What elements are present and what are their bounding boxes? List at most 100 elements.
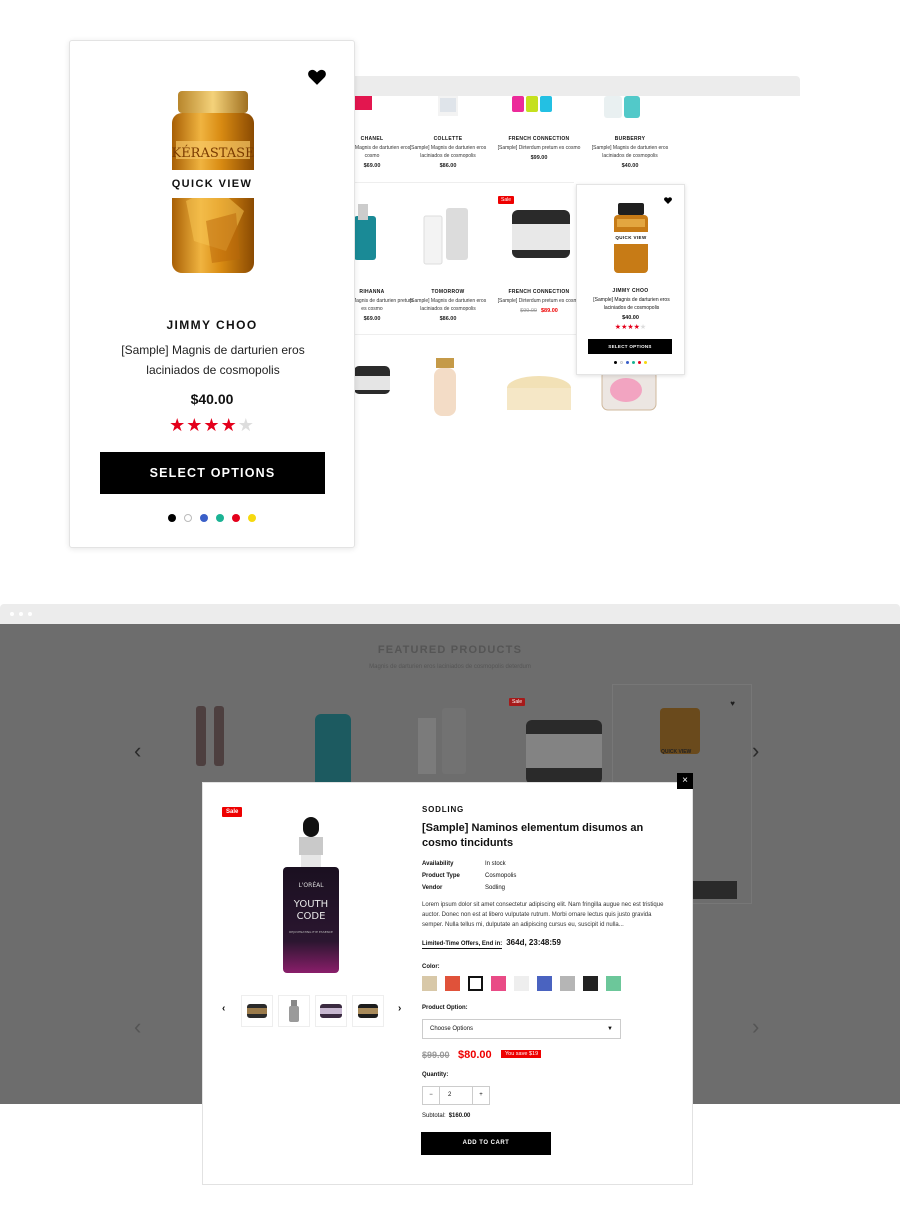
color-swatch[interactable]	[232, 514, 240, 522]
quick-view-modal[interactable]: × Sale L'ORÉAL YOUTH CODE REJUVENATING E…	[202, 773, 693, 1185]
product-brand: FRENCH CONNECTION	[508, 289, 570, 295]
product-desc: [Sample] Dirterdum pretum es cosmo	[497, 298, 581, 304]
color-option[interactable]	[491, 976, 506, 991]
product-brand: COLLETTE	[433, 136, 463, 142]
bottle-brand-text: L'ORÉAL	[298, 881, 324, 889]
product-desc: [Sample] Dirterdum pretum es cosmo	[497, 145, 581, 151]
color-swatches	[577, 361, 684, 364]
bottle-sub-text: REJUVENATING EYE ESSENCE	[289, 930, 333, 934]
color-option[interactable]	[468, 976, 483, 991]
product-card-zoomed[interactable]: KÉRASTASE QUICK VIEW JIMMY CHOO [Sample]…	[69, 40, 355, 548]
color-option[interactable]	[514, 976, 529, 991]
product-desc: [Sample] Magnis de darturien eros lacini…	[409, 145, 487, 159]
old-price: $99.00	[422, 1050, 450, 1060]
add-to-cart-button[interactable]: ADD TO CART	[421, 1132, 551, 1155]
sale-badge: Sale	[498, 196, 515, 204]
sale-badge: Sale	[222, 807, 243, 817]
product-card-hover[interactable]: QUICK VIEW JIMMY CHOO [Sample] Magnis de…	[576, 184, 685, 375]
thumb-prev-icon[interactable]: ‹	[222, 1003, 225, 1014]
thumb-next-icon[interactable]: ›	[398, 1003, 401, 1014]
quantity-stepper: − 2 +	[422, 1086, 490, 1105]
carousel-next-icon[interactable]: ›	[752, 1014, 759, 1040]
rating-stars: ★★★★★	[169, 415, 255, 435]
quick-view-button[interactable]: QUICK VIEW	[609, 232, 653, 244]
subtotal: Subtotal: $160.00	[422, 1113, 471, 1119]
product-brand: TOMORROW	[431, 289, 465, 295]
sale-badge: Sale	[509, 698, 526, 706]
chevron-down-icon: ▼	[607, 1026, 613, 1032]
divider	[354, 182, 574, 183]
product-price: $99.00	[530, 155, 548, 161]
bottle-line2-text: CODE	[297, 911, 326, 922]
product-brand: FRENCH CONNECTION	[508, 136, 570, 142]
color-label: Color:	[422, 964, 440, 970]
product-price: $86.00	[439, 316, 457, 322]
carousel-next-icon[interactable]: ›	[752, 738, 759, 764]
countdown-offer: Limited-Time Offers, End in: 364d, 23:48:…	[422, 938, 561, 949]
color-option[interactable]	[583, 976, 598, 991]
product-desc: [Sample] Magnis de darturien eros lacini…	[409, 298, 487, 312]
thumbnail[interactable]	[241, 995, 273, 1027]
color-option[interactable]	[606, 976, 621, 991]
thumbnail[interactable]	[352, 995, 384, 1027]
color-swatch[interactable]	[184, 514, 192, 522]
carousel-prev-icon[interactable]: ‹	[134, 738, 141, 764]
product-brand: JIMMY CHOO	[166, 318, 258, 332]
color-swatch[interactable]	[216, 514, 224, 522]
color-swatch[interactable]	[248, 514, 256, 522]
product-description: Lorem ipsum dolor sit amet consectetur a…	[422, 902, 664, 928]
color-option[interactable]	[422, 976, 437, 991]
product-price: $40.00	[621, 163, 639, 169]
close-button[interactable]: ×	[677, 773, 693, 789]
product-card[interactable]: FRENCH CONNECTION [Sample] Dirterdum pre…	[497, 285, 581, 314]
product-main-image[interactable]: L'ORÉAL YOUTH CODE REJUVENATING EYE ESSE…	[279, 817, 343, 977]
thumbnail[interactable]	[278, 995, 310, 1027]
color-swatch[interactable]	[168, 514, 176, 522]
save-tag: You save $19	[501, 1050, 542, 1058]
product-desc: [Sample] Magnis de darturien eros lacini…	[593, 297, 670, 311]
quick-view-button[interactable]: QUICK VIEW	[162, 170, 262, 198]
product-price: $40.00	[190, 391, 234, 407]
carousel-prev-icon[interactable]: ‹	[134, 1014, 141, 1040]
section-subtitle: Magnis de darturien eros laciniados de c…	[369, 664, 531, 670]
product-brand: SODLING	[422, 805, 465, 814]
product-title: [Sample] Naminos elementum disumos an co…	[422, 822, 644, 849]
thumbnail[interactable]	[315, 995, 347, 1027]
color-option[interactable]	[537, 976, 552, 991]
product-card[interactable]: COLLETTE [Sample] Magnis de darturien er…	[406, 132, 490, 169]
decrement-button[interactable]: −	[423, 1087, 440, 1104]
product-desc: [Sample] Magnis de darturien eros lacini…	[121, 343, 305, 377]
product-card[interactable]: BURBERRY [Sample] Magnis de darturien er…	[588, 132, 672, 169]
product-desc: [Sample] Magnis de darturien eros lacini…	[591, 145, 669, 159]
select-options-button[interactable]: SELECT OPTIONS	[588, 339, 672, 354]
rating-stars: ★★★★★	[614, 324, 647, 331]
bottle-line1-text: YOUTH	[293, 899, 328, 910]
product-price: $86.00	[439, 163, 457, 169]
product-card[interactable]: TOMORROW [Sample] Magnis de darturien er…	[406, 285, 490, 322]
countdown-timer: 364d, 23:48:59	[506, 938, 561, 947]
heart-icon[interactable]	[664, 197, 672, 204]
color-option[interactable]	[560, 976, 575, 991]
divider	[354, 334, 576, 335]
section-title: FEATURED PRODUCTS	[377, 644, 523, 656]
jar-label: KÉRASTASE	[171, 145, 254, 161]
browser-bar	[0, 604, 900, 624]
select-options-button[interactable]: SELECT OPTIONS	[100, 452, 325, 494]
product-price: $99.00 $89.00	[520, 308, 558, 314]
product-option-select[interactable]: Choose Options ▼	[422, 1019, 621, 1039]
product-card[interactable]: FRENCH CONNECTION [Sample] Dirterdum pre…	[497, 132, 581, 161]
row1-images	[354, 96, 640, 118]
increment-button[interactable]: +	[472, 1087, 489, 1104]
quick-view-button: QUICK VIEW	[661, 749, 692, 755]
sale-price: $80.00	[458, 1049, 492, 1061]
spec-product-type: Product Type Cosmopolis	[422, 873, 517, 879]
option-label: Product Option:	[422, 1005, 468, 1011]
spec-vendor: Vendor Sodling	[422, 885, 506, 891]
heart-icon[interactable]	[308, 69, 326, 85]
color-option[interactable]	[445, 976, 460, 991]
quantity-input[interactable]: 2	[440, 1087, 472, 1104]
product-brand: BURBERRY	[614, 136, 646, 142]
color-swatch[interactable]	[200, 514, 208, 522]
heart-icon: ♥	[730, 699, 735, 708]
browser-bar	[354, 76, 800, 96]
